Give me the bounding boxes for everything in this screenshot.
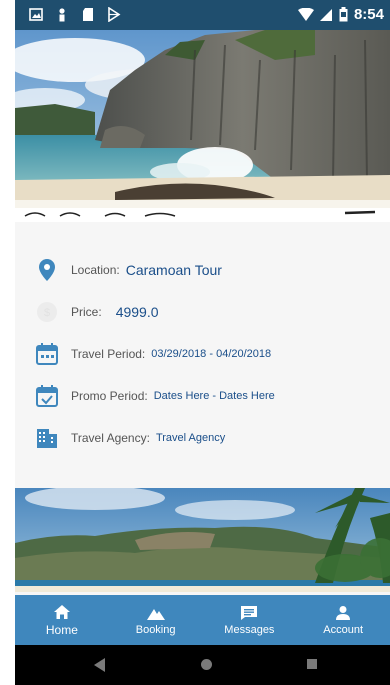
location-pin-icon [35,258,59,282]
nav-home-label: Home [45,622,78,637]
person-icon [59,8,65,22]
nav-booking[interactable]: Booking [109,595,203,645]
notification-icons [29,7,121,22]
tour-details-card: Location: Caramoan Tour $ Price: 4999.0 [15,222,390,460]
wifi-icon [297,7,314,21]
mountain-icon [146,608,165,620]
sd-card-icon [83,8,93,21]
home-circle-icon[interactable] [200,658,213,671]
location-value: Caramoan Tour [125,262,222,278]
nav-messages-label: Messages [224,623,275,636]
travel-agency-value: Travel Agency [155,432,226,444]
travel-period-row: Travel Period: 03/29/2018 - 04/20/2018 [35,340,271,368]
back-icon[interactable] [94,658,106,672]
tour-hero-image [15,30,390,222]
building-icon [35,426,59,450]
promo-period-label: Promo Period: [71,389,148,403]
status-bar: 8:54 [15,0,390,30]
system-navigation-bar [15,645,390,685]
travel-agency-label: Travel Agency: [71,431,150,445]
nav-account[interactable]: Account [296,595,390,645]
price-icon: $ [35,300,59,324]
price-row: $ Price: 4999.0 [35,298,159,326]
travel-period-value: 03/29/2018 - 04/20/2018 [151,348,272,360]
play-store-icon [108,7,121,22]
system-status: 8:54 [297,6,384,23]
recents-icon[interactable] [306,658,318,670]
home-icon [53,604,70,619]
promo-period-row: Promo Period: Dates Here - Dates Here [35,382,275,410]
nav-account-label: Account [323,623,363,636]
app-screen: 8:54 Location: Caramoan Tour $ Price: 49… [15,0,390,685]
location-row: Location: Caramoan Tour [35,256,222,284]
calendar-check-icon [35,384,59,408]
svg-text:$: $ [44,307,50,319]
bottom-navigation: Home Booking Messages Account [15,595,390,645]
travel-period-label: Travel Period: [71,347,146,361]
island-image [15,488,390,592]
battery-icon [339,7,348,22]
nav-booking-label: Booking [135,623,176,636]
calendar-icon [35,342,59,366]
nav-home[interactable]: Home [15,595,109,645]
promo-period-value: Dates Here - Dates Here [153,390,275,402]
gallery-icon [29,8,43,21]
nav-messages[interactable]: Messages [203,595,297,645]
person-icon [336,605,351,620]
price-value: 4999.0 [115,304,159,320]
location-label: Location: [71,263,120,277]
message-icon [241,605,258,620]
signal-icon [319,8,332,21]
travel-agency-row: Travel Agency: Travel Agency [35,424,225,452]
price-label: Price: [71,305,102,319]
clock: 8:54 [353,6,384,23]
